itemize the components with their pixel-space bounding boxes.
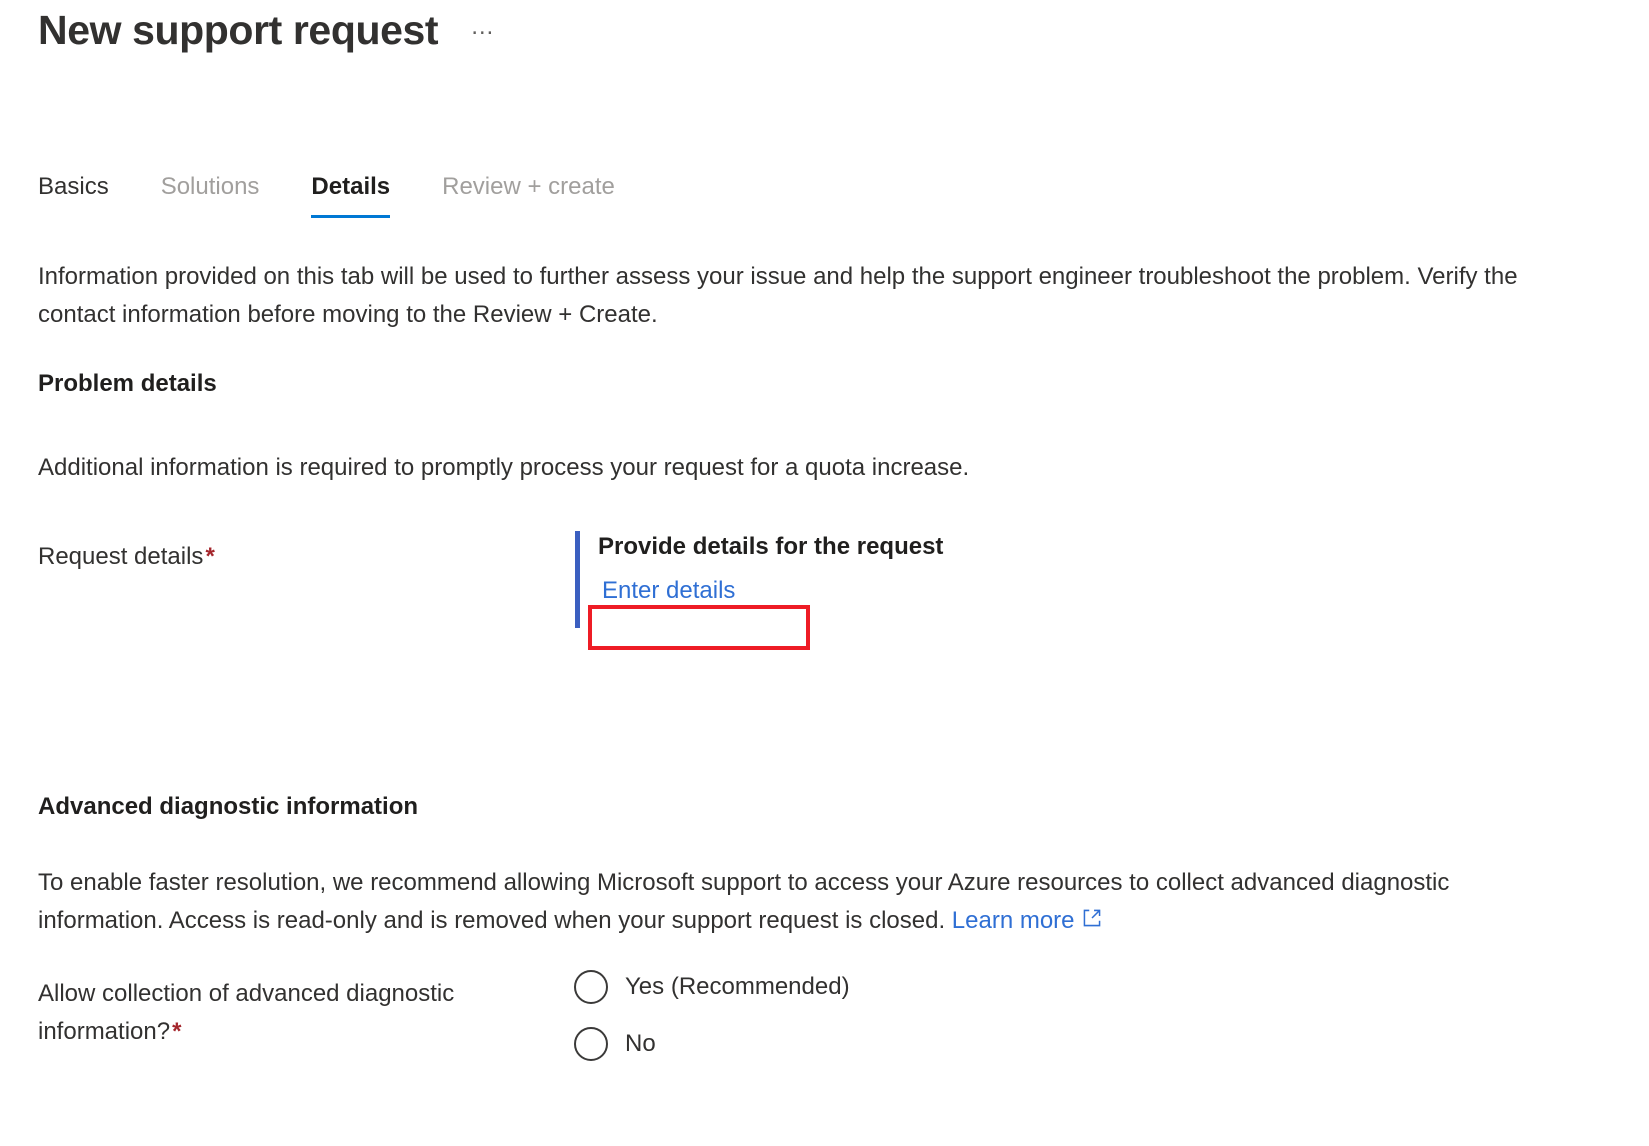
radio-circle-yes-icon[interactable] bbox=[574, 969, 608, 1004]
tab-description-text: Information provided on this tab will be… bbox=[38, 263, 1518, 328]
radio-option-yes-label: Yes (Recommended) bbox=[625, 972, 850, 1000]
enter-details-wrapper: Enter details bbox=[598, 569, 741, 612]
tab-solutions[interactable]: Solutions bbox=[135, 172, 286, 218]
problem-details-heading: Problem details bbox=[38, 370, 217, 397]
tab-basics-label: Basics bbox=[38, 173, 109, 200]
tab-details-label: Details bbox=[311, 173, 391, 200]
request-details-label: Request details* bbox=[38, 538, 538, 576]
required-indicator: * bbox=[172, 1017, 182, 1045]
advanced-diagnostic-heading: Advanced diagnostic information bbox=[38, 793, 419, 820]
tab-review-create[interactable]: Review + create bbox=[416, 172, 641, 218]
allow-collection-label-text: Allow collection of advanced diagnostic … bbox=[38, 980, 455, 1045]
learn-more-link[interactable]: Learn more bbox=[952, 907, 1103, 934]
tab-active-indicator bbox=[311, 215, 391, 218]
request-details-label-text: Request details bbox=[38, 543, 204, 570]
required-indicator: * bbox=[205, 543, 215, 570]
radio-circle-no-icon[interactable] bbox=[574, 1026, 608, 1061]
radio-option-no-label: No bbox=[625, 1029, 656, 1057]
learn-more-label: Learn more bbox=[951, 906, 1075, 934]
provide-details-heading: Provide details for the request bbox=[598, 533, 944, 560]
problem-details-description: Additional information is required to pr… bbox=[38, 454, 970, 481]
radio-option-yes[interactable]: Yes (Recommended) bbox=[574, 958, 850, 1015]
allow-collection-radio-group: Yes (Recommended) No bbox=[574, 958, 850, 1072]
advanced-diagnostic-description-text: To enable faster resolution, we recommen… bbox=[38, 869, 1450, 934]
page-header: New support request … bbox=[38, 0, 500, 62]
tab-review-create-label: Review + create bbox=[442, 173, 615, 200]
page-title: New support request bbox=[38, 7, 439, 54]
tab-basics[interactable]: Basics bbox=[38, 172, 135, 218]
external-link-icon bbox=[1081, 903, 1103, 941]
tab-details[interactable]: Details bbox=[285, 172, 416, 218]
request-details-control: Provide details for the request Enter de… bbox=[575, 531, 944, 650]
more-options-icon[interactable]: … bbox=[464, 14, 500, 48]
enter-details-link[interactable]: Enter details bbox=[598, 569, 741, 612]
radio-option-no[interactable]: No bbox=[574, 1015, 850, 1072]
allow-collection-label: Allow collection of advanced diagnostic … bbox=[38, 975, 558, 1051]
advanced-diagnostic-description: To enable faster resolution, we recommen… bbox=[38, 864, 1548, 941]
wizard-tabs: Basics Solutions Details Review + create bbox=[38, 172, 641, 218]
tab-solutions-label: Solutions bbox=[160, 173, 260, 200]
